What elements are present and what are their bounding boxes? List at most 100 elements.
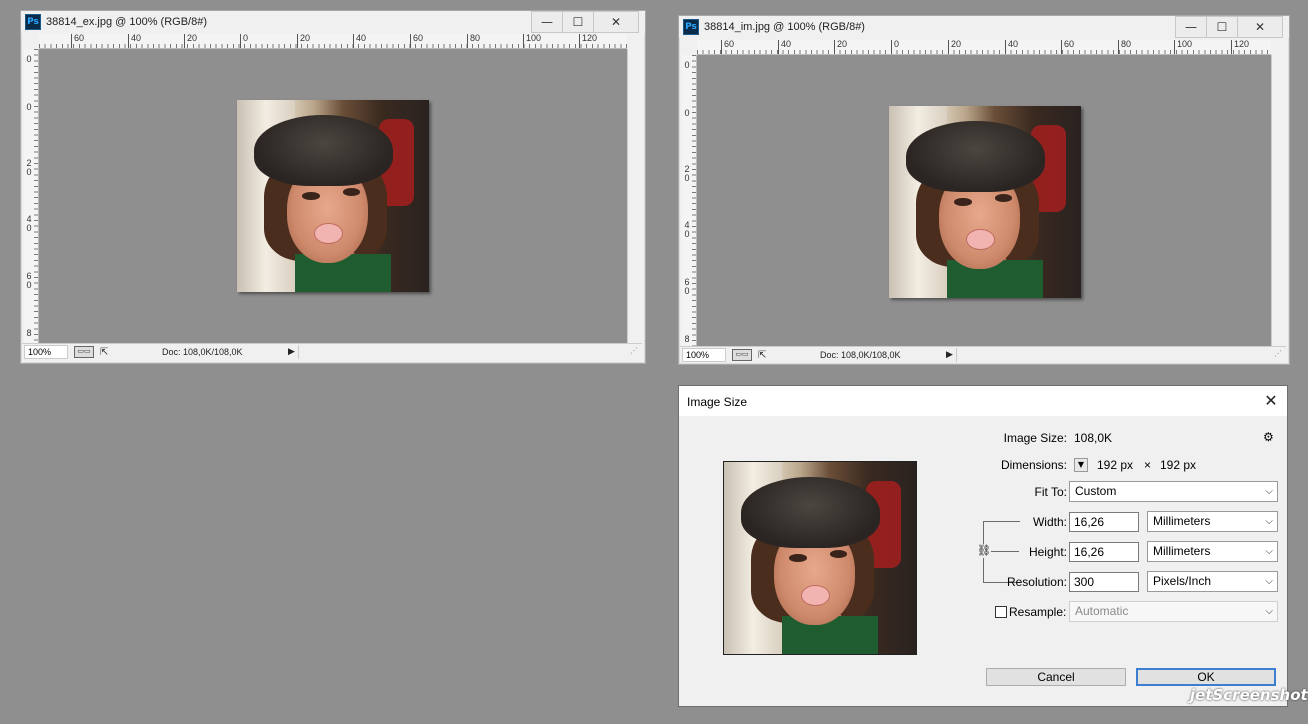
- resize-grip-icon[interactable]: ⋰: [1274, 349, 1286, 361]
- share-icon[interactable]: ⇱: [758, 350, 770, 361]
- horizontal-ruler[interactable]: 60 40 20 0 20 40 60 80 100 120: [697, 40, 1271, 55]
- ruler-tick: 6 0: [684, 277, 690, 296]
- height-label: Height:: [1028, 545, 1067, 559]
- minimize-button[interactable]: —: [1175, 16, 1207, 38]
- share-icon[interactable]: ⇱: [100, 347, 112, 358]
- document-canvas[interactable]: [39, 49, 627, 343]
- photoshop-icon: Ps: [683, 19, 699, 35]
- close-icon[interactable]: ✕: [1261, 391, 1281, 411]
- image-size-value: 108,0K: [1074, 431, 1113, 445]
- document-window-im[interactable]: Ps 38814_im.jpg @ 100% (RGB/8#) — ☐ ✕ 60…: [678, 15, 1290, 365]
- ruler-tick: 40: [353, 34, 366, 48]
- doc-size-readout: Doc: 108,0K/108,0K: [820, 350, 901, 360]
- status-menu-arrow-icon[interactable]: ▶: [946, 350, 956, 360]
- ruler-tick: 0: [684, 108, 690, 118]
- ruler-tick: 60: [721, 40, 734, 54]
- window-title: 38814_ex.jpg @ 100% (RGB/8#): [46, 16, 207, 28]
- document-image: [889, 106, 1081, 298]
- resample-method-select[interactable]: Automatic ⌵: [1069, 601, 1278, 622]
- fit-to-label: Fit To:: [1034, 485, 1067, 499]
- zoom-field[interactable]: 100%: [24, 345, 68, 359]
- ruler-tick: 20: [834, 40, 847, 54]
- ruler-tick: 0: [891, 40, 899, 54]
- resolution-unit-value: Pixels/Inch: [1153, 574, 1212, 588]
- maximize-button[interactable]: ☐: [1206, 16, 1238, 38]
- vertical-scrollbar[interactable]: [627, 49, 642, 343]
- minimize-button[interactable]: —: [531, 11, 563, 33]
- ruler-tick: 40: [778, 40, 791, 54]
- ruler-tick: 40: [1005, 40, 1018, 54]
- chevron-down-icon: ⌵: [1265, 606, 1273, 617]
- chevron-down-icon: ⌵: [1265, 576, 1273, 587]
- chevron-down-icon: ⌵: [1265, 486, 1273, 497]
- resolution-label: Resolution:: [1006, 575, 1067, 589]
- status-bar: 100% ▭▭ ⇱ Doc: 108,0K/108,0K ▶ ⋰: [22, 343, 642, 360]
- ruler-tick: 0: [684, 60, 690, 70]
- dimensions-dropdown-icon[interactable]: ▼: [1074, 458, 1088, 472]
- document-canvas[interactable]: [697, 55, 1271, 347]
- height-field[interactable]: 16,26: [1069, 542, 1139, 562]
- ruler-tick: 4 0: [26, 214, 32, 233]
- ruler-tick: 100: [1174, 40, 1192, 54]
- doc-size-readout: Doc: 108,0K/108,0K: [162, 347, 243, 357]
- resample-label: Resample:: [1009, 605, 1067, 619]
- cancel-button[interactable]: Cancel: [986, 668, 1126, 686]
- window-title: 38814_im.jpg @ 100% (RGB/8#): [704, 21, 865, 33]
- ruler-tick: 40: [128, 34, 141, 48]
- resolution-unit-select[interactable]: Pixels/Inch ⌵: [1147, 571, 1278, 592]
- dialog-title: Image Size: [687, 395, 748, 409]
- width-field[interactable]: 16,26: [1069, 512, 1139, 532]
- gear-icon[interactable]: ⚙: [1263, 430, 1274, 444]
- vertical-scrollbar[interactable]: [1271, 55, 1286, 347]
- horizontal-scrollbar[interactable]: [298, 345, 630, 359]
- close-button[interactable]: ✕: [593, 11, 639, 33]
- ruler-tick: 120: [579, 34, 597, 48]
- ruler-tick: 120: [1231, 40, 1249, 54]
- height-unit-value: Millimeters: [1153, 544, 1211, 558]
- resolution-field[interactable]: 300: [1069, 572, 1139, 592]
- dimensions-label: Dimensions:: [1000, 458, 1067, 472]
- info-toggle-icon[interactable]: ▭▭: [732, 349, 752, 361]
- vertical-ruler[interactable]: 0 0 2 0 4 0 6 0 8: [24, 49, 39, 343]
- ruler-tick: 60: [71, 34, 84, 48]
- ruler-tick: 80: [467, 34, 480, 48]
- ruler-tick: 0: [26, 54, 32, 64]
- ruler-tick: 20: [948, 40, 961, 54]
- horizontal-scrollbar[interactable]: [956, 348, 1274, 362]
- ruler-tick: 8: [684, 334, 690, 344]
- chevron-down-icon: ⌵: [1265, 546, 1273, 557]
- vertical-ruler[interactable]: 0 0 2 0 4 0 6 0 8: [682, 55, 697, 347]
- dialog-titlebar[interactable]: Image Size ✕: [679, 386, 1287, 416]
- ruler-tick: 6 0: [26, 271, 32, 290]
- ruler-tick: 60: [410, 34, 423, 48]
- status-menu-arrow-icon[interactable]: ▶: [288, 347, 298, 357]
- resample-method-value: Automatic: [1075, 604, 1129, 618]
- ruler-tick: 100: [523, 34, 541, 48]
- horizontal-ruler[interactable]: 60 40 20 0 20 40 60 80 100 120: [39, 34, 627, 49]
- fit-to-select[interactable]: Custom ⌵: [1069, 481, 1278, 502]
- height-unit-select[interactable]: Millimeters ⌵: [1147, 541, 1278, 562]
- ruler-tick: 2 0: [26, 158, 32, 177]
- close-button[interactable]: ✕: [1237, 16, 1283, 38]
- status-bar: 100% ▭▭ ⇱ Doc: 108,0K/108,0K ▶ ⋰: [680, 346, 1286, 363]
- ruler-tick: 4 0: [684, 220, 690, 239]
- document-window-ex[interactable]: Ps 38814_ex.jpg @ 100% (RGB/8#) — ☐ ✕ 60…: [20, 10, 646, 364]
- chevron-down-icon: ⌵: [1265, 516, 1273, 527]
- ruler-tick: 2 0: [684, 164, 690, 183]
- resample-checkbox[interactable]: [995, 606, 1007, 618]
- info-toggle-icon[interactable]: ▭▭: [74, 346, 94, 358]
- fit-to-value: Custom: [1075, 484, 1117, 498]
- maximize-button[interactable]: ☐: [562, 11, 594, 33]
- image-size-label: Image Size:: [1003, 431, 1067, 445]
- ruler-tick: 8: [26, 328, 32, 338]
- width-unit-select[interactable]: Millimeters ⌵: [1147, 511, 1278, 532]
- dimensions-times: ×: [1144, 458, 1152, 472]
- resize-grip-icon[interactable]: ⋰: [630, 346, 642, 358]
- zoom-field[interactable]: 100%: [682, 348, 726, 362]
- ruler-tick: 20: [297, 34, 310, 48]
- dimensions-width: 192 px: [1097, 458, 1134, 472]
- preview-image[interactable]: [723, 461, 917, 655]
- ruler-tick: 80: [1118, 40, 1131, 54]
- ruler-tick: 60: [1061, 40, 1074, 54]
- ok-button[interactable]: OK: [1136, 668, 1276, 686]
